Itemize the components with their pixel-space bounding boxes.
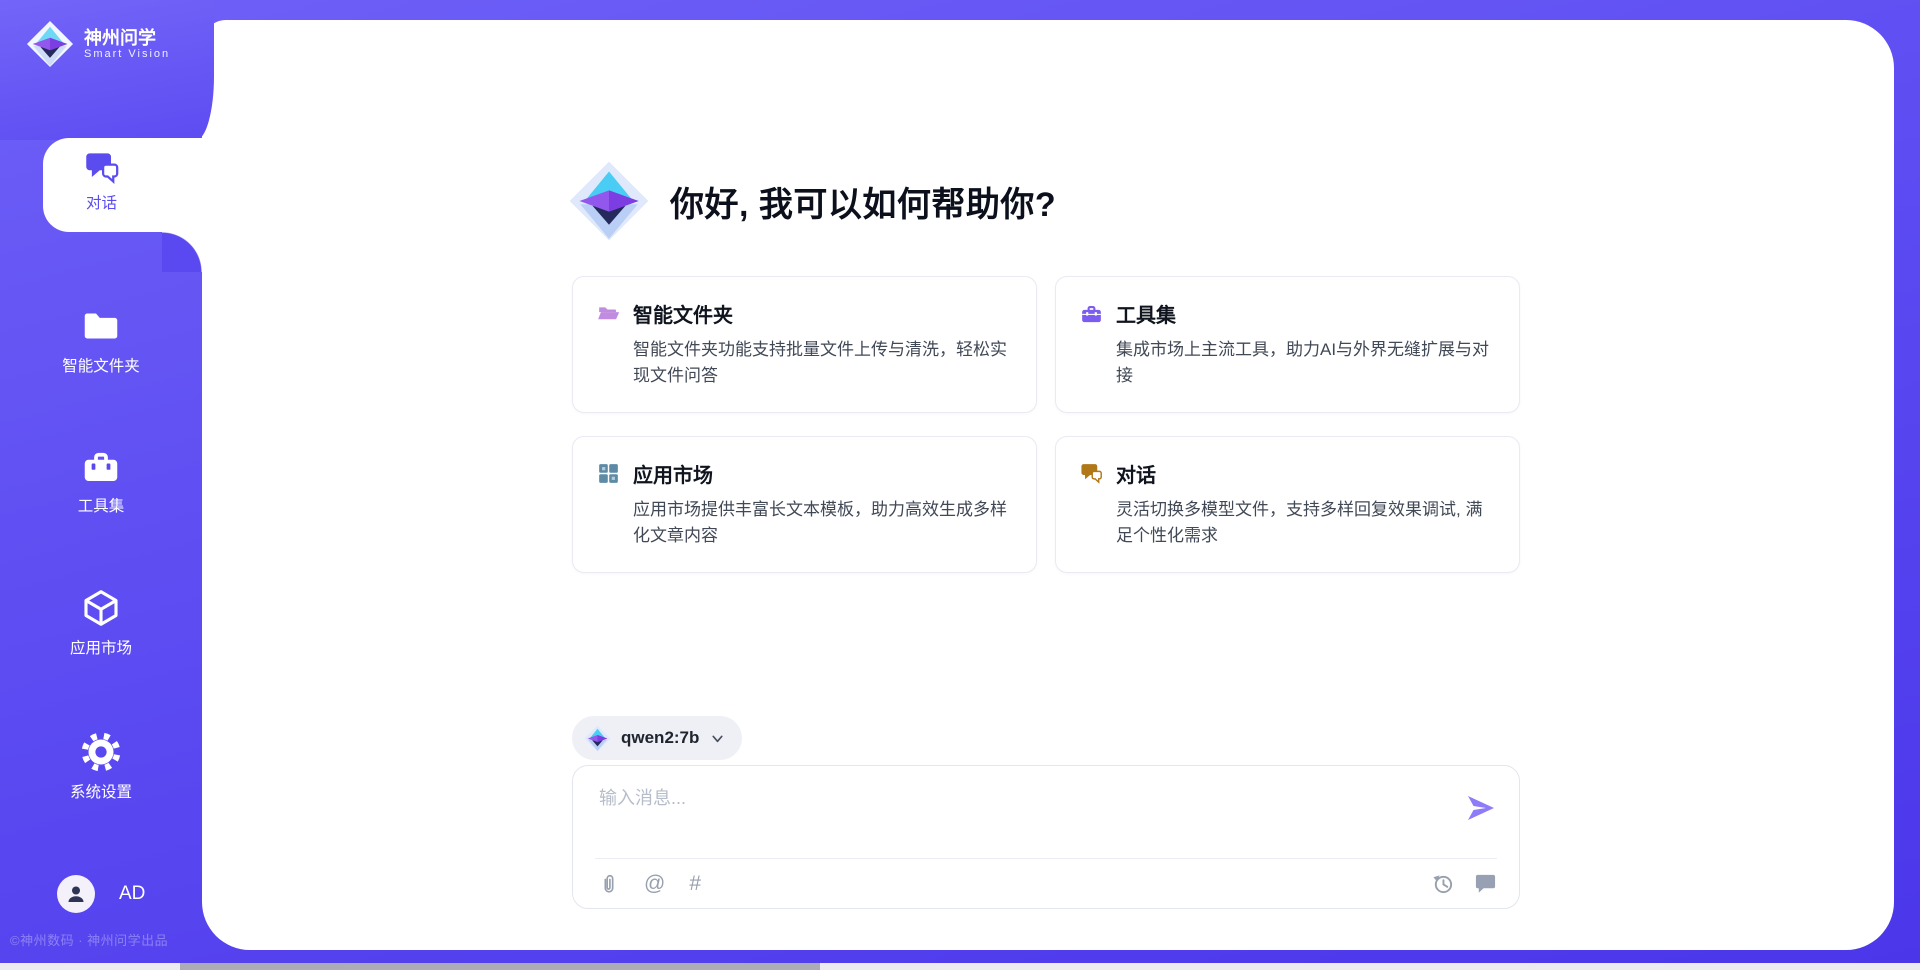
cube-icon [81, 588, 121, 628]
sidebar-item-label: 应用市场 [0, 636, 202, 658]
message-input[interactable] [597, 782, 1441, 850]
brand-name: 神州问学 [84, 28, 170, 49]
user-account[interactable]: AD [57, 875, 145, 913]
message-input-box: @ # [572, 765, 1520, 909]
send-icon [1465, 792, 1497, 824]
card-title: 智能文件夹 [633, 299, 733, 328]
app-window: 你好, 我可以如何帮助你? 智能文件夹 智能文件夹功能支持批量文件上传与清洗，轻… [0, 0, 1920, 970]
sidebar-item-label: 系统设置 [0, 780, 202, 802]
comment-icon [1474, 872, 1497, 895]
main-content-panel: 你好, 我可以如何帮助你? 智能文件夹 智能文件夹功能支持批量文件上传与清洗，轻… [202, 20, 1894, 950]
user-initials: AD [119, 883, 145, 905]
paperclip-icon [598, 873, 620, 895]
sidebar-item-label: 智能文件夹 [0, 354, 202, 376]
card-toolset[interactable]: 工具集 集成市场上主流工具，助力AI与外界无缝扩展与对接 [1055, 276, 1520, 413]
history-icon [1431, 872, 1454, 895]
sidebar-item-app-market[interactable]: 应用市场 [0, 588, 202, 658]
history-button[interactable] [1431, 872, 1454, 895]
toolbox-icon [81, 446, 121, 486]
chevron-down-icon [709, 730, 726, 747]
sidebar-item-label: 对话 [43, 191, 160, 213]
card-title: 工具集 [1116, 299, 1176, 328]
card-description: 应用市场提供丰富长文本模板，助力高效生成多样化文章内容 [633, 497, 1012, 548]
sidebar-item-toolset[interactable]: 工具集 [0, 446, 202, 516]
person-icon [64, 882, 88, 906]
mention-button[interactable]: @ [644, 873, 665, 894]
feature-cards: 智能文件夹 智能文件夹功能支持批量文件上传与清洗，轻松实现文件问答 工具集 集成… [572, 276, 1520, 573]
model-selector[interactable]: qwen2:7b [572, 716, 742, 760]
greeting-block: 你好, 我可以如何帮助你? [568, 160, 1056, 242]
card-smart-folder[interactable]: 智能文件夹 智能文件夹功能支持批量文件上传与清洗，轻松实现文件问答 [572, 276, 1037, 413]
brand-diamond-icon [568, 160, 650, 242]
copyright-text: ©神州数码 · 神州问学出品 [10, 930, 168, 949]
hashtag-button[interactable]: # [689, 873, 701, 894]
brand-subtitle: Smart Vision [84, 48, 170, 60]
avatar [57, 875, 95, 913]
send-button[interactable] [1465, 792, 1497, 824]
folder-icon [81, 306, 121, 346]
brand-area: 神州问学 Smart Vision [0, 0, 214, 140]
card-description: 智能文件夹功能支持批量文件上传与清洗，轻松实现文件问答 [633, 337, 1012, 388]
toolbox-icon [1080, 302, 1103, 325]
model-logo-icon [584, 725, 611, 752]
card-title: 应用市场 [633, 459, 713, 488]
gear-icon [81, 732, 121, 772]
chat-icon [84, 150, 120, 186]
tab-corner-fillet [162, 232, 202, 272]
scrollbar-thumb[interactable] [180, 963, 820, 970]
attach-button[interactable] [597, 872, 620, 895]
comment-button[interactable] [1474, 872, 1497, 895]
model-name: qwen2:7b [621, 728, 699, 748]
folder-open-icon [597, 302, 620, 325]
input-toolbar: @ # [597, 859, 1497, 908]
card-title: 对话 [1116, 459, 1156, 488]
chat-icon [1080, 462, 1103, 485]
card-description: 集成市场上主流工具，助力AI与外界无缝扩展与对接 [1116, 337, 1495, 388]
sidebar-item-smart-folder[interactable]: 智能文件夹 [0, 306, 202, 376]
sidebar-item-settings[interactable]: 系统设置 [0, 732, 202, 802]
card-chat[interactable]: 对话 灵活切换多模型文件，支持多样回复效果调试, 满足个性化需求 [1055, 436, 1520, 573]
greeting-title: 你好, 我可以如何帮助你? [670, 177, 1056, 226]
card-app-market[interactable]: 应用市场 应用市场提供丰富长文本模板，助力高效生成多样化文章内容 [572, 436, 1037, 573]
brand-logo-icon [26, 20, 74, 68]
horizontal-scrollbar[interactable] [0, 963, 1920, 970]
sidebar-item-chat[interactable]: 对话 [43, 138, 212, 232]
card-description: 灵活切换多模型文件，支持多样回复效果调试, 满足个性化需求 [1116, 497, 1495, 548]
sidebar-item-label: 工具集 [0, 494, 202, 516]
grid-icon [597, 462, 620, 485]
